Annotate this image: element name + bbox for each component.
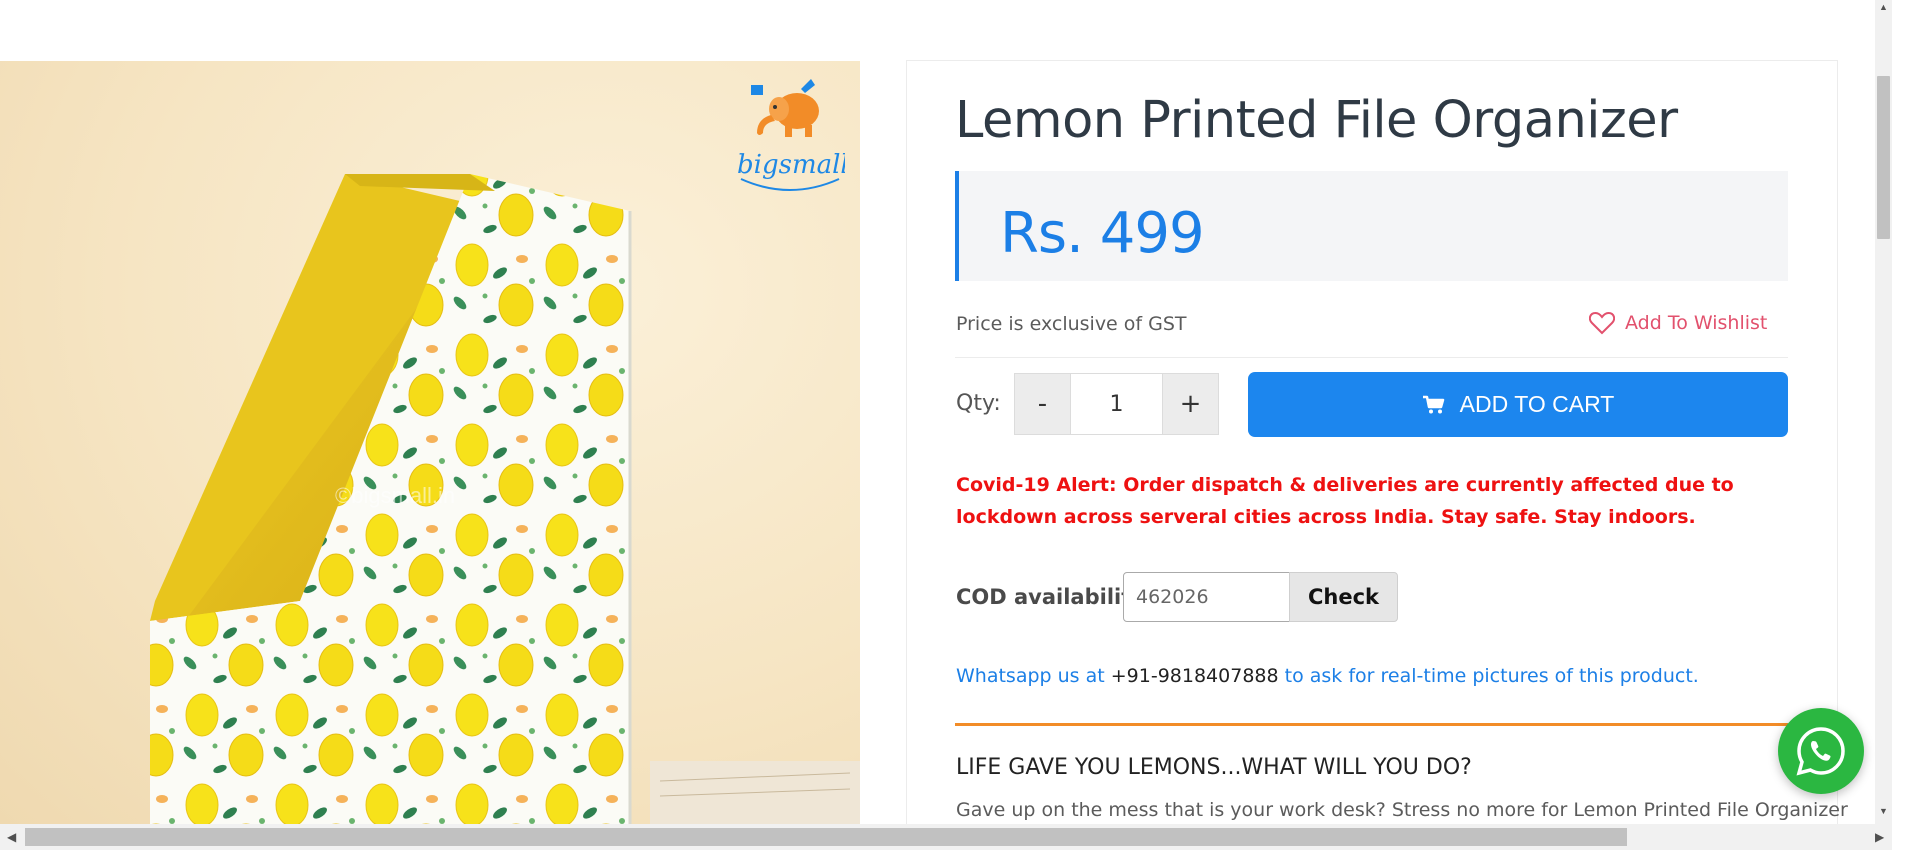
image-watermark: ©bigsmall.in (335, 483, 456, 508)
quantity-increment-button[interactable]: + (1163, 374, 1218, 434)
quantity-label: Qty: (956, 391, 1001, 416)
whatsapp-float-button[interactable] (1778, 708, 1864, 794)
quantity-input[interactable] (1070, 374, 1163, 434)
price-box: Rs. 499 (955, 171, 1788, 281)
cart-icon (1422, 395, 1444, 413)
horizontal-scrollbar[interactable]: ◀ ▶ (0, 824, 1892, 850)
product-price: Rs. 499 (1000, 201, 1205, 266)
brand-logo-text: bigsmallin (737, 150, 845, 180)
pincode-input[interactable] (1123, 572, 1290, 622)
scroll-up-icon[interactable]: ▲ (1878, 2, 1889, 13)
divider (955, 357, 1788, 358)
description-heading: LIFE GAVE YOU LEMONS...WHAT WILL YOU DO? (956, 755, 1472, 780)
horizontal-scroll-thumb[interactable] (25, 828, 1627, 846)
product-title: Lemon Printed File Organizer (955, 91, 1678, 150)
window-gutter (1892, 0, 1921, 850)
covid-alert: Covid-19 Alert: Order dispatch & deliver… (956, 474, 1734, 528)
add-to-wishlist-button[interactable]: Add To Wishlist (1589, 311, 1767, 335)
vertical-scroll-thumb[interactable] (1877, 76, 1890, 239)
quantity-decrement-button[interactable]: - (1015, 374, 1070, 434)
scroll-down-icon[interactable]: ▼ (1878, 806, 1889, 817)
product-details-panel: Lemon Printed File Organizer Rs. 499 Pri… (906, 60, 1848, 824)
whatsapp-phone[interactable]: +91-9818407888 (1111, 665, 1279, 687)
product-page: ©bigsmall.in bigsmallin Lemon Printed Fi… (0, 0, 1875, 824)
product-image[interactable]: ©bigsmall.in bigsmallin (0, 61, 860, 824)
scroll-left-icon[interactable]: ◀ (7, 830, 16, 844)
quantity-stepper: - + (1014, 373, 1219, 435)
brand-logo: bigsmallin (737, 79, 845, 191)
whatsapp-suffix-link[interactable]: to ask for real-time pictures of this pr… (1285, 665, 1699, 687)
whatsapp-icon (1796, 727, 1845, 776)
gst-note: Price is exclusive of GST (956, 313, 1187, 335)
add-to-cart-label: ADD TO CART (1459, 391, 1615, 417)
add-to-cart-button[interactable]: ADD TO CART (1248, 372, 1788, 437)
wishlist-label: Add To Wishlist (1625, 312, 1768, 334)
accent-divider (955, 723, 1788, 726)
scroll-right-icon[interactable]: ▶ (1875, 830, 1884, 844)
vertical-scrollbar[interactable]: ▲ ▼ (1875, 0, 1892, 824)
file-organizer-photo (150, 174, 860, 824)
description-text: Gave up on the mess that is your work de… (956, 799, 1848, 821)
whatsapp-contact-line: Whatsapp us at +91-9818407888 to ask for… (956, 665, 1699, 687)
whatsapp-prefix-link[interactable]: Whatsapp us at (956, 665, 1105, 687)
check-cod-button[interactable]: Check (1289, 572, 1398, 622)
cod-label: COD availability (956, 585, 1145, 609)
heart-icon (1589, 311, 1615, 335)
